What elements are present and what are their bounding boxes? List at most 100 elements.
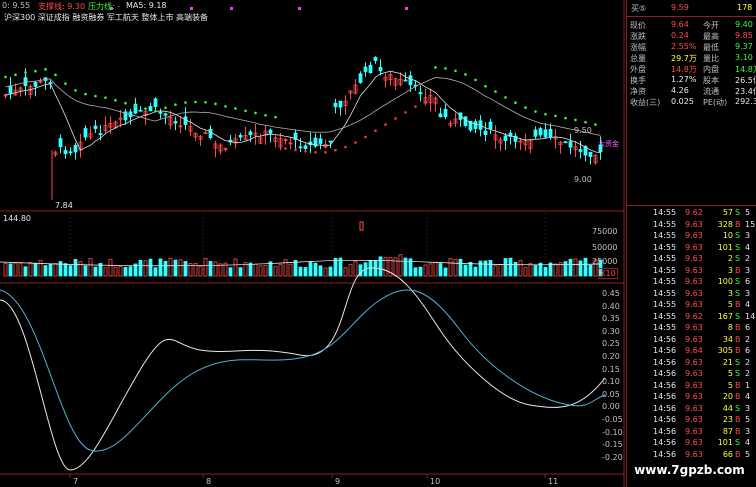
quote-panel: 买⑤ 9.59 178 现价 9.64 今开 9.40 涨跌 0.24 最高 9.85 涨幅 2.… — [626, 0, 756, 487]
sar-dot — [294, 148, 297, 152]
candle-body — [538, 128, 543, 136]
trade-row[interactable]: 14:55 9.63 100 S 6 — [627, 277, 756, 288]
trade-row[interactable]: 14:55 9.63 2 S 2 — [627, 254, 756, 265]
header-ma-value: 0: 9.55 — [2, 1, 31, 10]
trade-row[interactable]: 14:55 9.63 3 B 3 — [627, 266, 756, 277]
sar-dot — [84, 92, 87, 96]
volume-bar — [398, 254, 403, 277]
trade-row[interactable]: 14:55 9.63 3 S 3 — [627, 289, 756, 300]
trade-row[interactable]: 14:56 9.63 23 B 5 — [627, 415, 756, 426]
sar-dot — [554, 114, 557, 118]
volume-bar — [323, 267, 328, 277]
trade-row[interactable]: 14:55 9.63 10 S 3 — [627, 231, 756, 242]
sar-dot — [314, 150, 317, 154]
trade-row[interactable]: 14:56 9.63 5 B 1 — [627, 381, 756, 392]
candle-body — [318, 138, 323, 144]
trade-row[interactable]: 14:56 9.63 101 S 4 — [627, 438, 756, 449]
trade-row[interactable]: 14:55 9.63 8 B 6 — [627, 323, 756, 334]
volume-bar — [258, 265, 263, 277]
osc-axis-label: -0.05 — [602, 415, 623, 424]
volume-bar — [568, 258, 573, 277]
candle-body — [248, 131, 253, 136]
trade-price: 9.62 — [685, 311, 703, 321]
volume-bar — [263, 264, 268, 277]
trade-row[interactable]: 14:55 9.62 167 S 14 — [627, 312, 756, 323]
candle-body — [363, 66, 368, 72]
candle-body — [503, 135, 508, 141]
trade-row[interactable]: 14:56 9.63 5 S 2 — [627, 369, 756, 380]
trade-time: 14:56 — [653, 346, 677, 355]
volume-bar — [523, 267, 528, 277]
sar-dot — [144, 107, 147, 110]
sar-dot — [444, 67, 447, 70]
kline-chart-area[interactable]: 0: 9.55 支撑线: 9.30 压力线: - MA5: 9.18 沪深300… — [0, 0, 625, 487]
trade-count: 6 — [745, 277, 751, 286]
volume-bar — [23, 266, 28, 277]
trade-row[interactable]: 14:55 9.63 5 B 4 — [627, 300, 756, 311]
candle-body — [83, 128, 88, 138]
candle-body — [548, 128, 553, 137]
header-ma5: MA5: 9.18 — [126, 1, 167, 10]
sar-dot — [324, 150, 327, 154]
trade-row[interactable]: 14:56 9.63 21 S 2 — [627, 358, 756, 369]
stat-label: 收益(三) — [630, 98, 661, 107]
trade-time: 14:56 — [653, 334, 677, 344]
stat-row: 外盘14.8万内盘14.8万 — [627, 64, 756, 75]
signal-marker — [190, 7, 193, 10]
sar-dot — [384, 123, 387, 126]
trade-row[interactable]: 14:55 9.62 57 S 5 — [627, 208, 756, 219]
volume-bar — [438, 263, 443, 277]
volume-bar — [38, 259, 43, 277]
volume-bar — [448, 258, 453, 277]
trade-volume: 101 — [717, 438, 733, 447]
trade-time: 14:56 — [653, 449, 677, 459]
volume-bar — [143, 260, 148, 277]
trade-row[interactable]: 14:56 9.63 44 S 3 — [627, 404, 756, 415]
trade-row[interactable]: 14:56 9.63 34 B 2 — [627, 335, 756, 346]
sar-dot — [164, 106, 167, 110]
trade-price: 9.63 — [685, 380, 703, 390]
volume-bar — [8, 263, 13, 277]
sar-dot — [94, 94, 97, 98]
trade-side: S — [735, 369, 741, 378]
oscillator-line — [0, 267, 606, 471]
trade-row[interactable]: 14:55 9.63 101 S 4 — [627, 243, 756, 254]
osc-axis-label: -0.20 — [602, 452, 623, 462]
osc-axis-label: 0.10 — [602, 377, 620, 387]
sar-dot — [124, 101, 127, 105]
volume-bar — [483, 260, 488, 277]
trade-row[interactable]: 14:56 9.63 87 B 3 — [627, 427, 756, 438]
trade-row[interactable]: 14:55 9.63 328 B 15 — [627, 220, 756, 231]
sar-dot — [344, 145, 347, 149]
stat-label: 内盘 — [703, 65, 719, 74]
sar-dot — [504, 96, 507, 99]
trade-side: S — [735, 403, 741, 413]
trade-side: S — [735, 357, 741, 367]
candle-body — [268, 129, 273, 134]
trade-price: 9.63 — [685, 438, 703, 447]
volume-bar — [53, 263, 58, 277]
stat-value: 2.55% — [671, 42, 697, 51]
volume-bar — [533, 265, 538, 277]
candle-body — [33, 82, 38, 87]
volume-axis-label: 50000 — [592, 243, 618, 252]
trade-time: 14:55 — [653, 242, 677, 252]
volume-bar — [493, 265, 498, 277]
chart-canvas — [0, 0, 625, 487]
trade-row[interactable]: 14:56 9.63 20 B 4 — [627, 392, 756, 403]
trade-side: B — [735, 334, 741, 344]
candle-body — [298, 146, 303, 149]
sar-dot — [474, 78, 477, 82]
stat-value: 29.7万 — [671, 54, 697, 63]
trade-row[interactable]: 14:56 9.63 66 B 5 — [627, 450, 756, 461]
trade-count: 4 — [745, 392, 751, 401]
low-price-marker: 7.84 — [55, 201, 73, 210]
volume-bar — [238, 267, 243, 277]
trade-row[interactable]: 14:56 9.64 305 B 6 — [627, 346, 756, 357]
sar-dot — [274, 115, 277, 119]
concept-tags: 沪深300 深证成指 融资融券 军工航天 整体上市 高端装备 — [4, 13, 208, 22]
candle-body — [533, 129, 538, 137]
volume-bar — [418, 266, 423, 277]
candle-body — [98, 133, 103, 135]
volume-bar — [33, 263, 38, 277]
